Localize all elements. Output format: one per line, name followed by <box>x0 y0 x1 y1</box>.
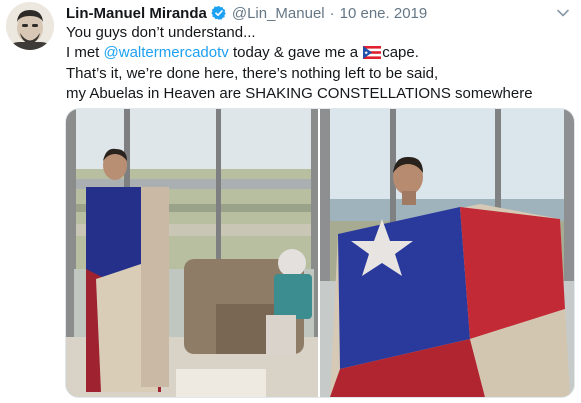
puerto-rico-flag-icon <box>363 45 382 65</box>
photo-1[interactable] <box>66 109 318 397</box>
tweet-text: You guys don’t understand... I met @walt… <box>66 23 571 103</box>
header-separator: · <box>329 4 335 22</box>
tweet-date[interactable]: 10 ene. 2019 <box>340 5 428 22</box>
tweet-text-segment: I met <box>66 43 104 61</box>
tweet-text-line-2: I met @waltermercadotv today & gave me a… <box>66 43 571 65</box>
photo-1-image <box>66 109 318 397</box>
tweet-text-segment: today & gave me a <box>228 43 363 61</box>
tweet-media <box>65 108 575 398</box>
photo-2-image <box>320 109 574 397</box>
photo-2[interactable] <box>320 109 574 397</box>
tweet-text-segment: cape. <box>382 43 419 61</box>
author-name[interactable]: Lin-Manuel Miranda <box>66 5 207 22</box>
tweet-header: Lin-Manuel Miranda @Lin_Manuel · 10 ene.… <box>66 3 427 23</box>
tweet-text-line-3: That’s it, we’re done here, there’s noth… <box>66 65 439 82</box>
tweet-text-line-1: You guys don’t understand... <box>66 24 256 41</box>
verified-badge-icon <box>211 5 227 21</box>
chevron-down-icon[interactable] <box>556 6 570 20</box>
tweet-text-line-4: my Abuelas in Heaven are SHAKING CONSTEL… <box>66 84 533 102</box>
avatar-image <box>6 2 54 50</box>
mention-link[interactable]: @waltermercadotv <box>104 44 229 61</box>
author-handle[interactable]: @Lin_Manuel <box>232 5 325 22</box>
author-avatar[interactable] <box>6 2 54 50</box>
